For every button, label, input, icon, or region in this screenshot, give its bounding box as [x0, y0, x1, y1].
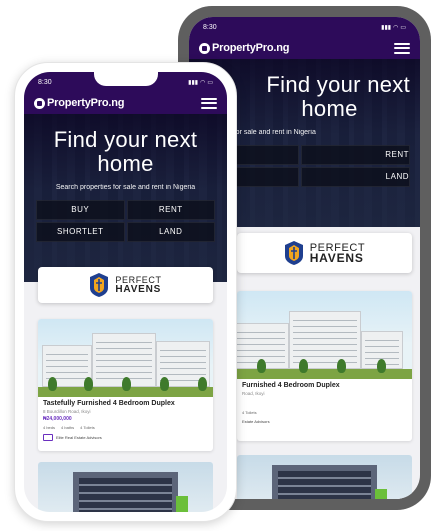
logo-mark-icon: [199, 42, 210, 54]
hero-title-line2: home: [97, 151, 154, 176]
hero-title: Find your next home: [24, 114, 227, 176]
top-navbar: PropertyPro.ng: [189, 37, 420, 59]
propertypro-logo[interactable]: PropertyPro.ng: [34, 97, 124, 109]
listing-photo-2: [237, 455, 412, 499]
listing-features: 4 Toilets: [242, 410, 407, 415]
hero-section: Find your next home Search properties fo…: [24, 114, 227, 282]
search-type-buttons: BUY RENT SHORTLET LAND: [36, 200, 215, 242]
phone-notch: [93, 72, 158, 86]
buy-button[interactable]: BUY: [36, 200, 125, 220]
wifi-icon: ◠: [200, 79, 206, 86]
toilets-count: 4 Toilets: [242, 410, 257, 415]
status-icons: ▮▮▮ ◠ ▭: [188, 79, 213, 86]
hero-title-line1: Find your next: [53, 127, 198, 152]
hamburger-menu-icon[interactable]: [394, 42, 410, 54]
listing-info: Tastefully Furnished 4 Bedroom Duplex 8 …: [38, 397, 213, 444]
propertypro-logo[interactable]: PropertyPro.ng: [199, 42, 289, 54]
beds-count: 4 beds: [43, 425, 56, 430]
agent-name: Elite Real Estate Advisors: [56, 435, 102, 440]
status-bar: 8:30 ▮▮▮ ◠ ▭: [24, 72, 227, 92]
listing-card-2[interactable]: [237, 455, 412, 499]
listing-card[interactable]: Tastefully Furnished 4 Bedroom Duplex 8 …: [38, 319, 213, 451]
listing-agent: Estate Advisors: [242, 419, 407, 424]
rent-button[interactable]: RENT: [126, 200, 215, 220]
partner-line2: HAVENS: [309, 251, 364, 265]
partner-banner[interactable]: PERFECT HAVENS: [38, 267, 213, 303]
agent-name: Estate Advisors: [242, 419, 270, 424]
listing-card-2[interactable]: [38, 462, 213, 512]
listing-title[interactable]: Tastefully Furnished 4 Bedroom Duplex: [43, 400, 208, 407]
perfect-havens-logo-icon: [90, 273, 109, 297]
battery-icon: ▭: [400, 24, 406, 31]
listing-price: ₦24,000,000: [43, 416, 72, 422]
perfect-havens-logo-icon: [284, 241, 303, 265]
listing-title[interactable]: Furnished 4 Bedroom Duplex: [242, 382, 407, 389]
logo-text: PropertyPro.ng: [47, 97, 125, 109]
listing-photo: [237, 291, 412, 379]
land-button[interactable]: LAND: [126, 222, 215, 242]
status-bar: 8:30 ▮▮▮ ◠ ▭: [189, 17, 420, 37]
signal-icon: ▮▮▮: [381, 24, 392, 31]
logo-text: PropertyPro.ng: [212, 42, 290, 54]
listing-agent: Elite Real Estate Advisors: [43, 434, 208, 441]
listing-card[interactable]: Furnished 4 Bedroom Duplex Road, Ikoyi 4…: [237, 291, 412, 441]
toilets-count: 4 Toilets: [80, 425, 95, 430]
status-icons: ▮▮▮ ◠ ▭: [381, 24, 406, 31]
listing-photo: [38, 319, 213, 397]
front-phone-screen: 8:30 ▮▮▮ ◠ ▭ PropertyPro.ng Find your ne…: [24, 72, 227, 512]
hamburger-menu-icon[interactable]: [201, 97, 217, 109]
rent-button[interactable]: RENT: [300, 145, 410, 165]
partner-line2: HAVENS: [115, 284, 162, 295]
battery-icon: ▭: [207, 79, 213, 86]
listing-address: Road, Ikoyi: [242, 391, 265, 396]
land-button[interactable]: LAND: [300, 167, 410, 187]
front-phone-mockup: 8:30 ▮▮▮ ◠ ▭ PropertyPro.ng Find your ne…: [14, 62, 237, 522]
signal-icon: ▮▮▮: [188, 79, 199, 86]
wifi-icon: ◠: [393, 24, 399, 31]
status-time: 8:30: [38, 78, 52, 86]
shortlet-button[interactable]: SHORTLET: [36, 222, 125, 242]
listing-features: 4 beds 4 baths 4 Toilets: [43, 425, 208, 430]
agent-logo-icon: [43, 434, 53, 441]
logo-mark-icon: [34, 97, 45, 109]
baths-count: 4 baths: [61, 425, 75, 430]
hero-subtitle: Search properties for sale and rent in N…: [55, 184, 196, 191]
listing-info: Furnished 4 Bedroom Duplex Road, Ikoyi 4…: [237, 379, 412, 427]
partner-banner[interactable]: PERFECT HAVENS: [237, 233, 412, 273]
hero-title-line2: home: [301, 96, 358, 121]
top-navbar: PropertyPro.ng: [24, 92, 227, 114]
listing-photo-2: [38, 462, 213, 512]
partner-name: PERFECT HAVENS: [309, 243, 366, 265]
listing-address: 8 Bourdillon Road, Ikoyi: [43, 409, 91, 414]
status-time: 8:30: [203, 23, 217, 31]
partner-name: PERFECT HAVENS: [115, 275, 161, 295]
